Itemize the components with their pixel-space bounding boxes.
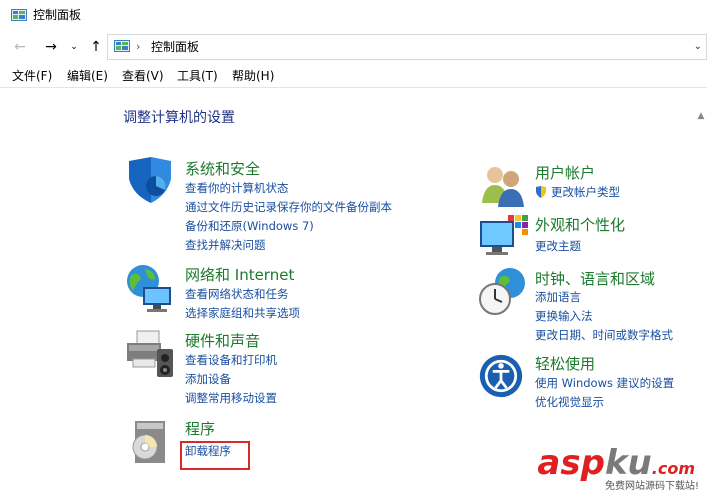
watermark-tagline: 免费网站源码下载站! <box>604 481 699 492</box>
address-bar[interactable]: › 控制面板 ⌄ <box>107 34 707 60</box>
recent-locations-chevron-icon[interactable]: ⌄ <box>68 38 80 56</box>
link-homegroup[interactable]: 选择家庭组和共享选项 <box>185 306 300 321</box>
category-title[interactable]: 时钟、语言和区域 <box>535 270 655 289</box>
link-add-language[interactable]: 添加语言 <box>535 290 581 305</box>
control-panel-icon <box>114 40 130 52</box>
category-programs: 程序 卸载程序 <box>125 417 425 467</box>
scroll-up-icon[interactable]: ▲ <box>695 111 707 125</box>
link-change-date-time-format[interactable]: 更改日期、时间或数字格式 <box>535 328 673 343</box>
link-change-input-method[interactable]: 更换输入法 <box>535 309 593 324</box>
link-change-account-type[interactable]: 更改帐户类型 <box>551 185 620 200</box>
breadcrumb-separator-icon[interactable]: › <box>136 39 140 55</box>
printer-icon[interactable] <box>125 329 175 379</box>
control-panel-icon <box>11 9 27 21</box>
category-appearance: 外观和个性化 更改主题 <box>478 213 707 263</box>
category-ease-of-access: 轻松使用 使用 Windows 建议的设置 优化视觉显示 <box>478 353 707 413</box>
link-network-status[interactable]: 查看网络状态和任务 <box>185 287 289 302</box>
category-title[interactable]: 系统和安全 <box>185 160 260 179</box>
menu-file[interactable]: 文件(F) <box>12 69 52 84</box>
category-title[interactable]: 用户帐户 <box>535 164 595 183</box>
category-system-security: 系统和安全 查看你的计算机状态 通过文件历史记录保存你的文件备份副本 备份和还原… <box>125 157 425 257</box>
monitor-palette-icon[interactable] <box>478 213 528 263</box>
category-network-internet: 网络和 Internet 查看网络状态和任务 选择家庭组和共享选项 <box>125 263 425 323</box>
menu-edit[interactable]: 编辑(E) <box>67 69 108 84</box>
back-arrow-icon[interactable]: ← <box>11 38 29 56</box>
watermark: aspku.com 免费网站源码下载站! <box>528 443 703 495</box>
link-add-device[interactable]: 添加设备 <box>185 372 231 387</box>
link-devices-printers[interactable]: 查看设备和打印机 <box>185 353 277 368</box>
programs-disc-icon[interactable] <box>125 417 175 467</box>
network-globe-icon[interactable] <box>125 263 175 313</box>
category-user-accounts: 用户帐户 更改帐户类型 <box>478 161 707 211</box>
address-dropdown-chevron-icon[interactable]: ⌄ <box>694 40 702 54</box>
navigation-bar: ← → ⌄ ↑ › 控制面板 ⌄ <box>0 32 707 62</box>
forward-arrow-icon[interactable]: → <box>42 38 60 56</box>
link-backup-restore[interactable]: 备份和还原(Windows 7) <box>185 219 314 234</box>
ease-of-access-icon[interactable] <box>478 353 524 399</box>
link-change-theme[interactable]: 更改主题 <box>535 239 581 254</box>
menu-bar: 文件(F) 编辑(E) 查看(V) 工具(T) 帮助(H) <box>0 64 707 88</box>
link-optimize-visual-display[interactable]: 优化视觉显示 <box>535 395 604 410</box>
category-title[interactable]: 轻松使用 <box>535 355 595 374</box>
link-mobility-settings[interactable]: 调整常用移动设置 <box>185 391 277 406</box>
window-title: 控制面板 <box>33 8 82 22</box>
shield-icon[interactable] <box>125 157 175 207</box>
link-file-history[interactable]: 通过文件历史记录保存你的文件备份副本 <box>185 200 392 215</box>
category-title[interactable]: 硬件和声音 <box>185 332 260 351</box>
clock-globe-icon[interactable] <box>478 267 528 317</box>
category-title[interactable]: 网络和 Internet <box>185 266 294 285</box>
highlight-box <box>180 441 250 470</box>
category-clock-region: 时钟、语言和区域 添加语言 更换输入法 更改日期、时间或数字格式 <box>478 267 707 347</box>
up-arrow-icon[interactable]: ↑ <box>87 38 105 56</box>
control-panel-content: 调整计算机的设置 ▲ 系统和安全 查看你的计算机状态 通过文件历史记录保存你的文… <box>0 89 707 497</box>
page-title: 调整计算机的设置 <box>123 110 235 126</box>
users-icon[interactable] <box>478 161 528 211</box>
link-view-computer-status[interactable]: 查看你的计算机状态 <box>185 181 289 196</box>
breadcrumb-item[interactable]: 控制面板 <box>151 39 199 55</box>
menu-tools[interactable]: 工具(T) <box>177 69 218 84</box>
menu-help[interactable]: 帮助(H) <box>232 69 274 84</box>
category-hardware-sound: 硬件和声音 查看设备和打印机 添加设备 调整常用移动设置 <box>125 329 425 409</box>
uac-shield-icon <box>536 186 546 198</box>
link-recommended-settings[interactable]: 使用 Windows 建议的设置 <box>535 376 674 391</box>
menu-view[interactable]: 查看(V) <box>122 69 164 84</box>
category-title[interactable]: 外观和个性化 <box>535 216 625 235</box>
category-title[interactable]: 程序 <box>185 420 215 439</box>
link-troubleshoot[interactable]: 查找并解决问题 <box>185 238 266 253</box>
title-bar: 控制面板 <box>0 0 707 32</box>
